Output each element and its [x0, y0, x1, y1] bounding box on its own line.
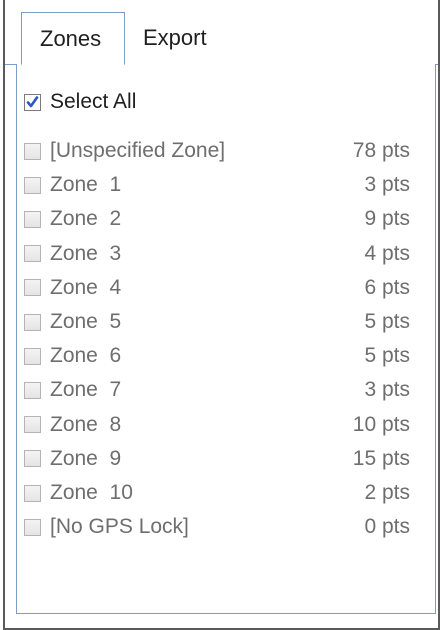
zone-checkbox[interactable] — [24, 142, 41, 160]
zone-checkbox[interactable] — [24, 210, 41, 228]
zone-checkbox[interactable] — [24, 416, 41, 434]
zone-checkbox[interactable] — [24, 347, 41, 365]
zone-checkbox[interactable] — [24, 518, 41, 536]
select-all-label: Select All — [50, 90, 137, 113]
zone-row[interactable]: Zone 6 5 pts — [24, 342, 414, 370]
zone-row[interactable]: Zone 1 3 pts — [24, 171, 414, 199]
zone-row[interactable]: Zone 2 9 pts — [24, 205, 414, 233]
zone-point-count: 10 pts — [352, 412, 410, 436]
checkmark-icon — [26, 95, 39, 107]
zone-row[interactable]: Zone 5 5 pts — [24, 308, 414, 336]
tab-bar: Zones Export — [5, 0, 438, 65]
zone-label: Zone 10 — [50, 481, 133, 504]
zone-point-count: 9 pts — [364, 207, 410, 231]
zone-point-count: 5 pts — [364, 344, 410, 368]
zone-checkbox[interactable] — [24, 381, 41, 399]
zone-point-count: 3 pts — [364, 173, 410, 197]
zone-row[interactable]: Zone 3 4 pts — [24, 240, 414, 268]
zone-point-count: 5 pts — [364, 310, 410, 333]
zone-row[interactable]: Zone 10 2 pts — [24, 479, 414, 507]
zone-label: Zone 9 — [50, 446, 122, 470]
tab-export[interactable]: Export — [125, 12, 235, 64]
zone-label: Zone 1 — [50, 173, 122, 197]
zone-label: Zone 2 — [50, 207, 122, 231]
zone-point-count: 3 pts — [364, 378, 410, 402]
select-all-row[interactable]: Select All — [24, 88, 414, 116]
zone-checkbox[interactable] — [24, 279, 41, 297]
zone-point-count: 4 pts — [364, 241, 410, 265]
zone-checkbox[interactable] — [24, 484, 41, 502]
zone-label: [No GPS Lock] — [50, 515, 189, 539]
zone-label: Zone 6 — [50, 344, 122, 368]
zone-label: Zone 3 — [50, 241, 122, 265]
zone-row[interactable]: Zone 4 6 pts — [24, 274, 414, 302]
zone-row[interactable]: Zone 8 10 pts — [24, 411, 414, 439]
zone-checkbox[interactable] — [24, 450, 41, 468]
zone-label: Zone 8 — [50, 412, 122, 436]
zone-point-count: 6 pts — [364, 275, 410, 299]
zone-row[interactable]: Zone 7 3 pts — [24, 376, 414, 404]
zone-checkbox[interactable] — [24, 245, 41, 263]
zone-checkbox[interactable] — [24, 313, 41, 331]
zone-point-count: 0 pts — [364, 515, 410, 539]
zone-label: Zone 5 — [50, 310, 122, 333]
zone-row[interactable]: [Unspecified Zone] 78 pts — [24, 137, 414, 165]
zone-checkbox[interactable] — [24, 176, 41, 194]
zone-point-count: 15 pts — [352, 446, 410, 470]
zone-label: [Unspecified Zone] — [50, 139, 226, 162]
zones-panel-window: Zones Export Select All [Unspecified Zon… — [0, 0, 440, 630]
tab-zones[interactable]: Zones — [21, 12, 125, 65]
zone-point-count: 2 pts — [364, 481, 410, 504]
zone-row[interactable]: Zone 9 15 pts — [24, 445, 414, 473]
frame-left — [3, 0, 5, 630]
select-all-checkbox[interactable] — [24, 93, 41, 111]
zone-label: Zone 4 — [50, 275, 122, 299]
zone-row[interactable]: [No GPS Lock] 0 pts — [24, 513, 414, 541]
zone-point-count: 78 pts — [352, 139, 410, 162]
zone-label: Zone 7 — [50, 378, 122, 402]
